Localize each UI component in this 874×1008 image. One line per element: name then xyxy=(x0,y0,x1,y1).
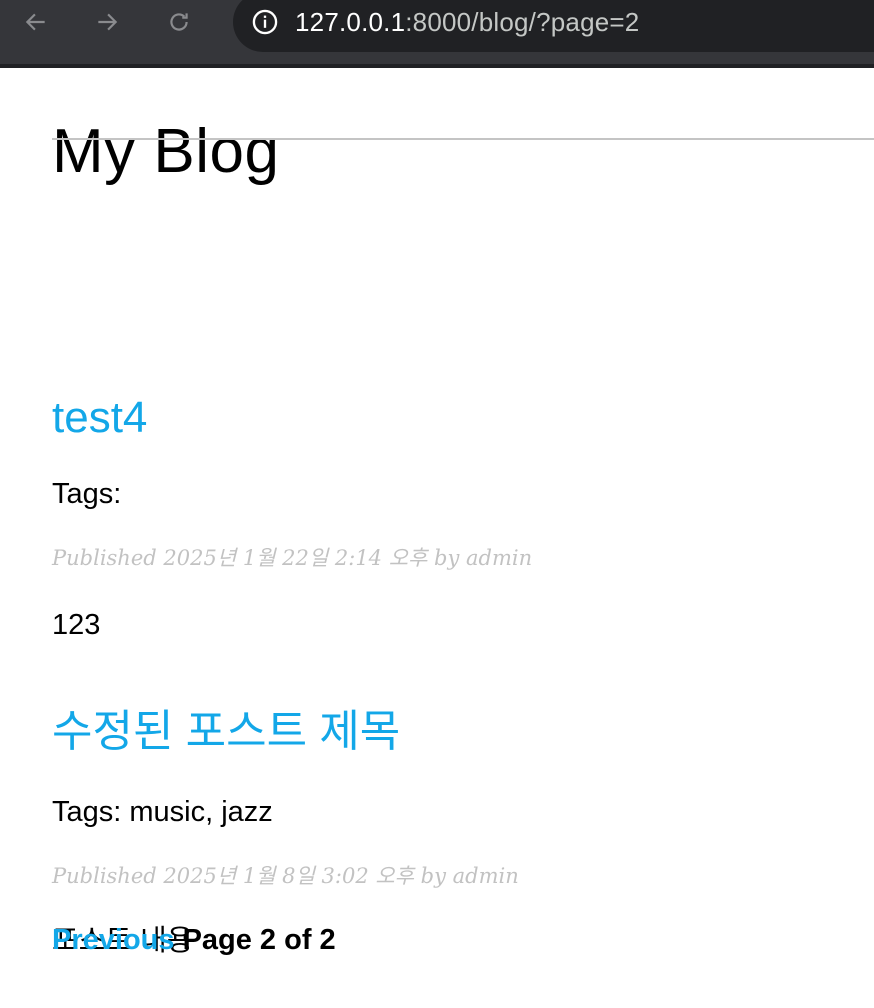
reload-button[interactable] xyxy=(161,4,197,40)
url-text[interactable]: 127.0.0.1:8000/blog/?page=2 xyxy=(295,7,639,38)
title-divider xyxy=(52,138,874,140)
page-indicator: Page 2 of 2 xyxy=(182,924,336,956)
post-body: 123 xyxy=(52,609,101,641)
browser-toolbar: 127.0.0.1:8000/blog/?page=2 xyxy=(0,0,874,68)
back-button[interactable] xyxy=(18,4,54,40)
reload-icon xyxy=(170,13,188,31)
post-tags: Tags: xyxy=(52,478,122,510)
address-bar[interactable]: 127.0.0.1:8000/blog/?page=2 xyxy=(233,0,874,52)
site-title: My Blog xyxy=(52,117,280,186)
pagination: Previous Page 2 of 2 xyxy=(52,922,336,958)
arrow-right-icon xyxy=(98,13,118,31)
info-icon[interactable] xyxy=(251,8,279,36)
page-content: My Blog xyxy=(0,68,874,190)
previous-page-link[interactable]: Previous xyxy=(52,924,175,956)
forward-button[interactable] xyxy=(89,4,125,40)
post-title-link[interactable]: test4 xyxy=(52,392,147,444)
url-host: 127.0.0.1 xyxy=(295,6,406,37)
arrow-left-icon xyxy=(25,13,45,31)
url-path: :8000/blog/?page=2 xyxy=(405,6,640,37)
post-published: Published 2025년 1월 8일 3:02 오후 by admin xyxy=(52,864,519,888)
post-tags: Tags: music, jazz xyxy=(52,796,273,828)
post-published: Published 2025년 1월 22일 2:14 오후 by admin xyxy=(52,546,533,570)
post-title-link[interactable]: 수정된 포스트 제목 xyxy=(52,706,400,758)
